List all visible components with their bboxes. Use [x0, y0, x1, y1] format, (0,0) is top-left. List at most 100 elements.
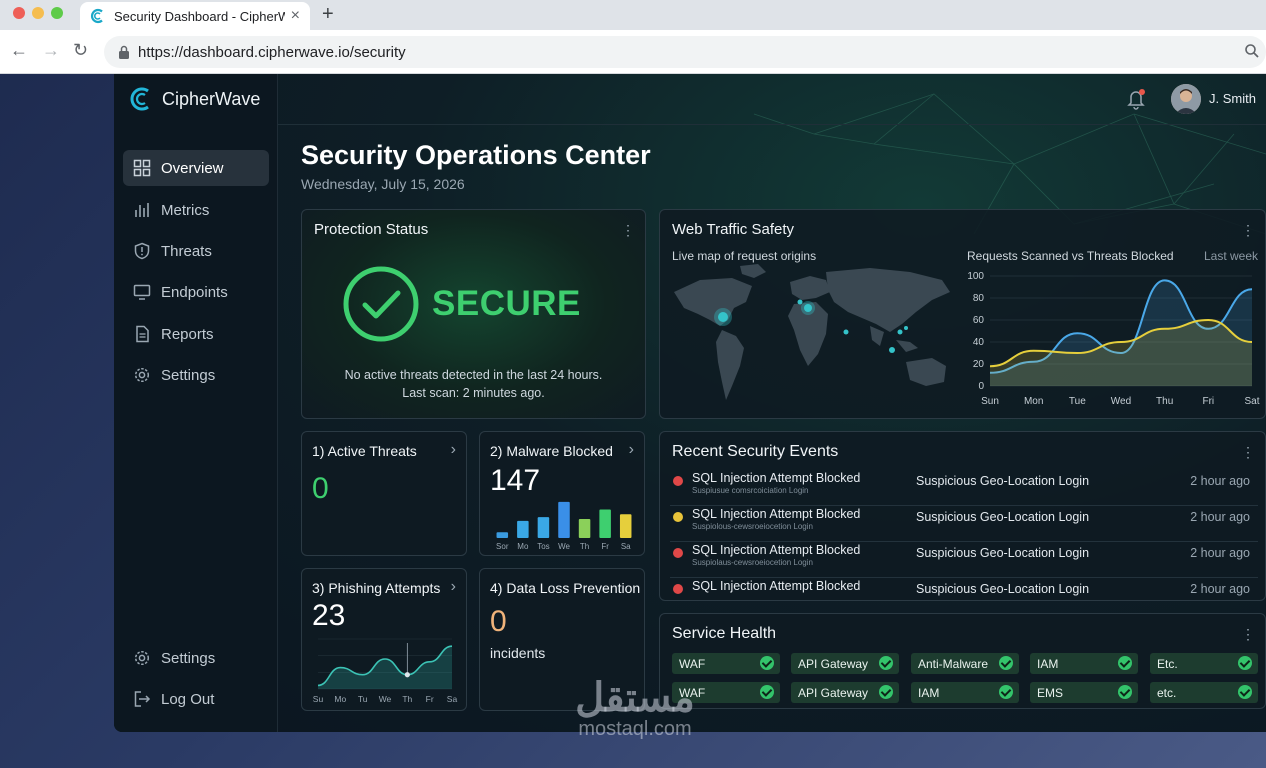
- sidebar-item-label: Endpoints: [161, 283, 228, 301]
- event-title: SQL Injection Attempt Blocked: [692, 507, 861, 521]
- x-tick-label: We: [558, 542, 570, 551]
- sidebar-item-metrics[interactable]: Metrics: [123, 192, 269, 228]
- tab-close-icon[interactable]: ×: [291, 7, 300, 25]
- phishing-value: 23: [312, 599, 346, 632]
- sidebar-item-label: Settings: [161, 649, 216, 667]
- event-row[interactable]: SQL Injection Attempt Blocked Suspiusue …: [670, 470, 1258, 506]
- check-icon: [1238, 685, 1252, 699]
- service-name: Anti-Malware: [918, 656, 989, 671]
- x-tick-label: Su: [313, 694, 324, 704]
- card-title: 1) Active Threats: [312, 443, 417, 459]
- service-chip[interactable]: WAF: [672, 653, 780, 674]
- x-tick-label: Mo: [334, 694, 346, 704]
- service-chip[interactable]: EMS: [1030, 682, 1138, 703]
- watermark: مستقل mostaql.com: [540, 678, 730, 741]
- reload-icon[interactable]: ↻: [73, 40, 88, 61]
- chevron-right-icon[interactable]: ›: [451, 441, 456, 459]
- active-threats-card[interactable]: 1) Active Threats › 0: [301, 431, 467, 556]
- event-row[interactable]: SQL Injection Attempt Blocked Suspiolous…: [670, 506, 1258, 542]
- more-options-icon[interactable]: ⋮: [1241, 626, 1255, 643]
- minimize-window-button[interactable]: [32, 7, 44, 19]
- chevron-right-icon[interactable]: ›: [629, 441, 634, 459]
- service-chip[interactable]: IAM: [911, 682, 1019, 703]
- y-tick-label: 100: [967, 271, 984, 282]
- sidebar-item-settings[interactable]: Settings: [123, 357, 269, 393]
- y-tick-label: 80: [973, 293, 985, 304]
- service-name: API Gateway: [798, 685, 869, 700]
- sidebar-item-label: Reports: [161, 325, 214, 343]
- x-tick-label: Sat: [1244, 396, 1259, 407]
- event-row[interactable]: SQL Injection Attempt Blocked Suspiolaus…: [670, 542, 1258, 578]
- period-label: Last week: [1204, 249, 1259, 263]
- event-geo: Suspicious Geo-Location Login: [916, 510, 1090, 524]
- bar: [558, 501, 570, 538]
- sidebar-item-threats[interactable]: Threats: [123, 233, 269, 269]
- x-tick-label: Sor: [496, 542, 509, 551]
- sidebar-item-label: Log Out: [161, 690, 215, 708]
- card-title: Protection Status: [314, 221, 429, 238]
- cipherwave-favicon-icon: [90, 8, 103, 24]
- service-chip[interactable]: API Gateway: [791, 653, 899, 674]
- avatar[interactable]: [1171, 84, 1201, 114]
- chevron-right-icon[interactable]: ›: [451, 578, 456, 596]
- traffic-line-chart: 0 20 40 60 80 100 Sun Mon Tue Wed Thu Fri Sat: [967, 271, 1259, 407]
- monitor-icon: [133, 284, 151, 300]
- event-subtitle: Suspiolous-cewsroeiocetion Login: [692, 522, 813, 531]
- search-icon[interactable]: [1244, 43, 1260, 59]
- more-options-icon[interactable]: ⋮: [1241, 444, 1255, 461]
- user-name[interactable]: J. Smith: [1209, 91, 1256, 106]
- map-label: Live map of request origins: [672, 249, 817, 263]
- bell-icon[interactable]: [1126, 88, 1146, 110]
- service-chip[interactable]: Etc.: [1150, 653, 1258, 674]
- dlp-value: 0: [490, 605, 507, 638]
- address-bar[interactable]: https://dashboard.cipherwave.io/security: [104, 36, 1266, 68]
- event-time: 2 hour ago: [1190, 582, 1250, 596]
- bar: [537, 517, 550, 538]
- brand-logo[interactable]: CipherWave: [128, 86, 260, 112]
- event-geo: Suspicious Geo-Location Login: [916, 546, 1090, 560]
- sidebar-item-endpoints[interactable]: Endpoints: [123, 274, 269, 310]
- forward-arrow-icon[interactable]: →: [42, 40, 60, 61]
- warning-icon: [673, 512, 683, 522]
- x-tick-label: Sa: [621, 542, 631, 551]
- close-window-button[interactable]: [13, 7, 25, 19]
- x-tick-label: Th: [580, 542, 589, 551]
- service-name: API Gateway: [798, 656, 869, 671]
- bar: [619, 514, 632, 538]
- x-tick-label: Fr: [426, 694, 434, 704]
- event-row[interactable]: SQL Injection Attempt Blocked Suspicious…: [670, 578, 1258, 598]
- sidebar-item-overview[interactable]: Overview: [123, 150, 269, 186]
- bar: [496, 532, 509, 538]
- service-chip[interactable]: Anti-Malware: [911, 653, 1019, 674]
- malware-blocked-value: 147: [490, 464, 541, 497]
- watermark-latin: mostaql.com: [578, 718, 692, 740]
- more-options-icon[interactable]: ⋮: [1241, 222, 1255, 239]
- event-time: 2 hour ago: [1190, 546, 1250, 560]
- more-options-icon[interactable]: ⋮: [621, 222, 635, 239]
- phishing-attempts-card[interactable]: 3) Phishing Attempts › 23 Su Mo Tu We Th Fr Sa: [301, 568, 467, 711]
- active-threats-value: 0: [312, 472, 329, 505]
- dlp-unit: incidents: [490, 645, 546, 661]
- back-arrow-icon[interactable]: ←: [10, 40, 28, 61]
- maximize-window-button[interactable]: [51, 7, 63, 19]
- new-tab-button[interactable]: +: [322, 3, 334, 26]
- sidebar-item-reports[interactable]: Reports: [123, 316, 269, 352]
- cipherwave-logo-icon: [130, 87, 149, 111]
- malware-blocked-card[interactable]: 2) Malware Blocked › 147 Sor Mo Tos We Th Fr S…: [479, 431, 645, 556]
- sidebar-item-bottom-settings[interactable]: Settings: [123, 640, 269, 676]
- sidebar-item-logout[interactable]: Log Out: [123, 681, 269, 717]
- service-name: Etc.: [1157, 656, 1178, 671]
- x-tick-label: Sa: [447, 694, 458, 704]
- service-chip[interactable]: IAM: [1030, 653, 1138, 674]
- series-area: [990, 320, 1252, 386]
- severity-icon: [673, 548, 683, 558]
- browser-tab[interactable]: Security Dashboard - CipherWave ×: [80, 2, 310, 30]
- service-chip[interactable]: API Gateway: [791, 682, 899, 703]
- document-icon: [136, 325, 149, 343]
- sidebar-item-label: Metrics: [161, 201, 210, 219]
- x-tick-label: Fr: [601, 542, 609, 551]
- check-icon: [1238, 656, 1252, 670]
- last-scan-text: Last scan: 2 minutes ago.: [402, 386, 545, 400]
- service-chip[interactable]: etc.: [1150, 682, 1258, 703]
- event-time: 2 hour ago: [1190, 510, 1250, 524]
